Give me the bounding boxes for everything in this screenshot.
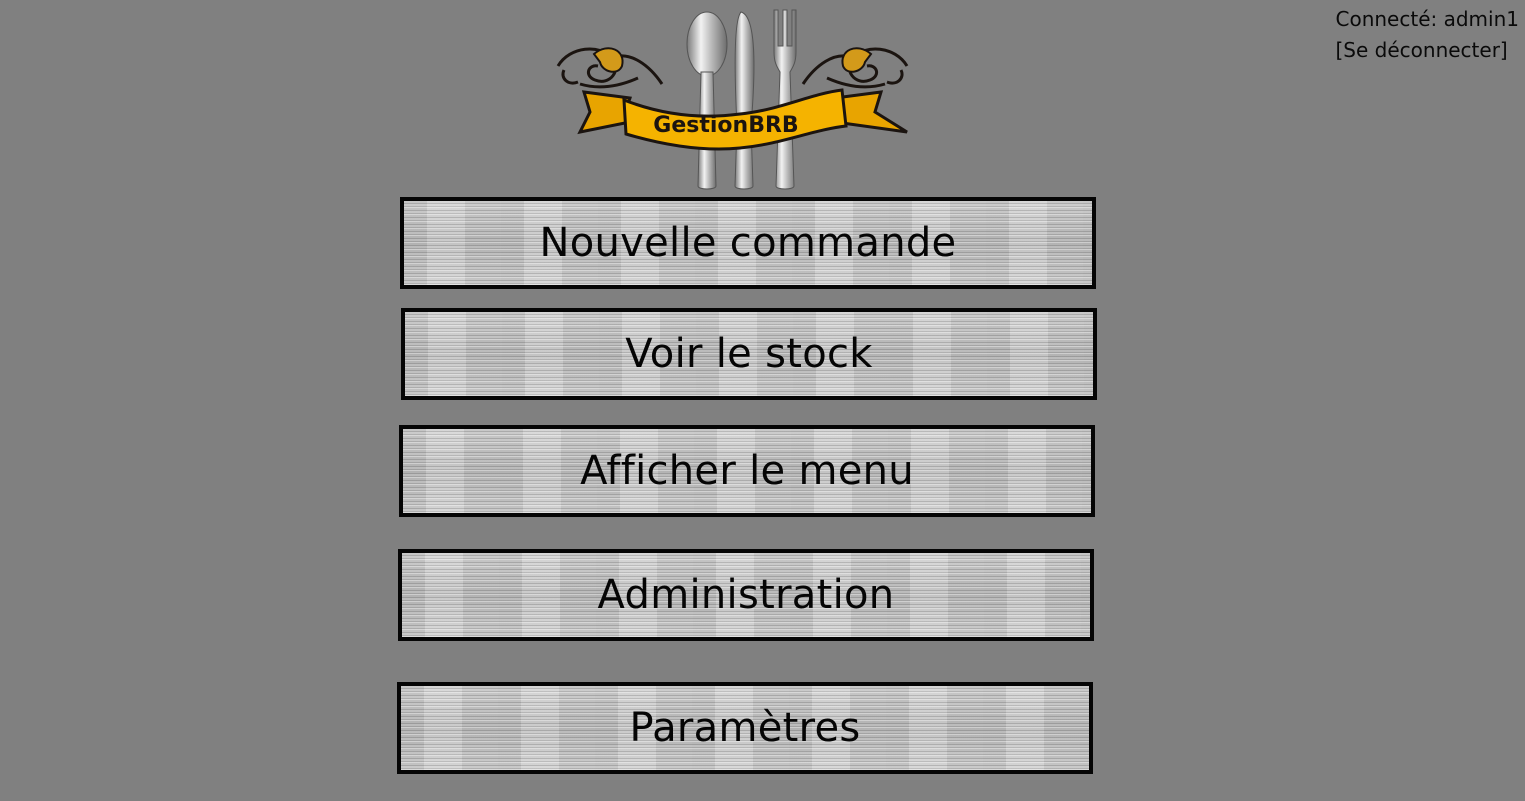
user-info: Connecté: admin1 [Se déconnecter] bbox=[1336, 4, 1520, 66]
show-menu-button-label: Afficher le menu bbox=[580, 448, 914, 494]
logout-link[interactable]: [Se déconnecter] bbox=[1336, 35, 1520, 66]
view-stock-button-label: Voir le stock bbox=[625, 331, 873, 377]
app-logo: GestionBRB bbox=[550, 6, 915, 192]
main-window: Connecté: admin1 [Se déconnecter] Gestio… bbox=[0, 0, 1525, 801]
administration-button-label: Administration bbox=[597, 572, 895, 618]
settings-button[interactable]: Paramètres bbox=[397, 682, 1093, 774]
logo-text: GestionBRB bbox=[653, 113, 798, 138]
view-stock-button[interactable]: Voir le stock bbox=[401, 308, 1097, 400]
cutlery-icon: GestionBRB bbox=[556, 9, 909, 190]
administration-button[interactable]: Administration bbox=[398, 549, 1094, 641]
new-order-button-label: Nouvelle commande bbox=[539, 220, 957, 266]
new-order-button[interactable]: Nouvelle commande bbox=[400, 197, 1096, 289]
settings-button-label: Paramètres bbox=[629, 705, 861, 751]
show-menu-button[interactable]: Afficher le menu bbox=[399, 425, 1095, 517]
connected-user-label: Connecté: admin1 bbox=[1335, 7, 1520, 31]
